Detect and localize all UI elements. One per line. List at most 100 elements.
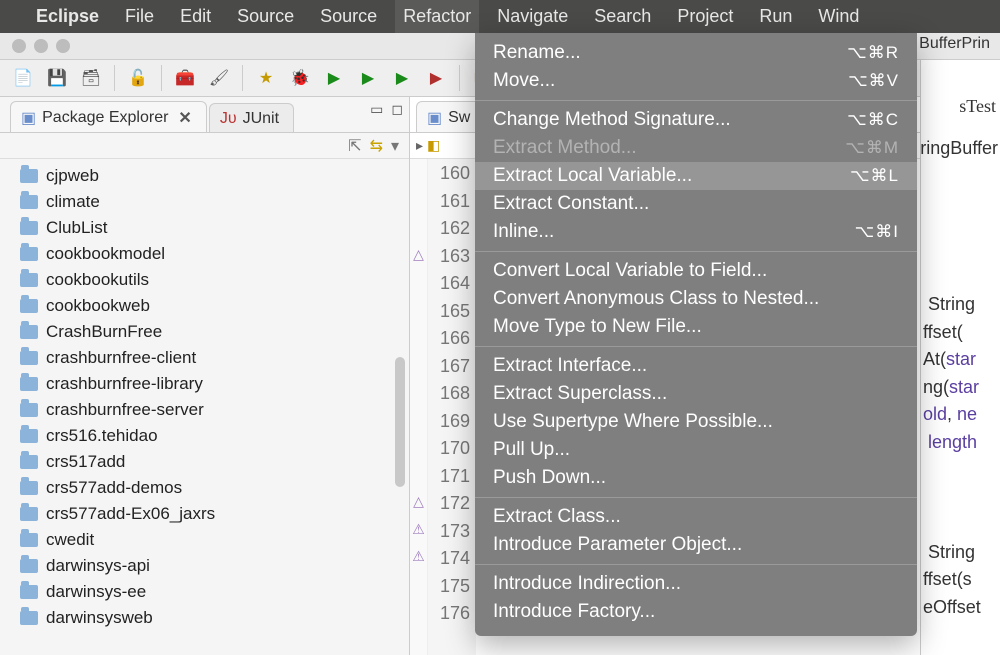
gutter-marker bbox=[410, 191, 427, 219]
project-node[interactable]: crs577add-Ex06_jaxrs bbox=[0, 501, 409, 527]
menu-item-shortcut: ⌥⌘I bbox=[855, 222, 899, 242]
open-type-icon[interactable]: 🔓 bbox=[125, 65, 151, 91]
menu-item[interactable]: Introduce Factory... bbox=[475, 598, 917, 626]
build-icon[interactable]: 🧰 bbox=[172, 65, 198, 91]
menu-item[interactable]: Convert Local Variable to Field... bbox=[475, 257, 917, 285]
menu-refactor[interactable]: Refactor bbox=[395, 0, 479, 33]
project-node[interactable]: crs577add-demos bbox=[0, 475, 409, 501]
project-label: crashburnfree-server bbox=[46, 400, 204, 420]
project-node[interactable]: climate bbox=[0, 189, 409, 215]
project-node[interactable]: darwinsys-api bbox=[0, 553, 409, 579]
menu-source[interactable]: Source bbox=[237, 6, 294, 27]
menu-navigate[interactable]: Navigate bbox=[497, 6, 568, 27]
traffic-lights[interactable] bbox=[12, 39, 70, 53]
menu-project[interactable]: Project bbox=[677, 6, 733, 27]
bug-icon[interactable]: 🐞 bbox=[287, 65, 313, 91]
menu-item[interactable]: Use Supertype Where Possible... bbox=[475, 408, 917, 436]
tab-label: JUnit bbox=[243, 110, 279, 128]
project-node[interactable]: crashburnfree-server bbox=[0, 397, 409, 423]
tab-junit[interactable]: Jυ JUnit bbox=[209, 103, 294, 132]
code-fragment bbox=[921, 514, 1000, 542]
run-config-icon[interactable]: ▶ bbox=[355, 65, 381, 91]
code-fragment: length bbox=[921, 432, 1000, 460]
paint-icon[interactable]: 🖌 bbox=[206, 65, 232, 91]
menu-item[interactable]: Move...⌥⌘V bbox=[475, 67, 917, 95]
menu-window[interactable]: Wind bbox=[818, 6, 859, 27]
minimize-window-icon[interactable] bbox=[34, 39, 48, 53]
save-all-icon[interactable]: 🗃 bbox=[78, 65, 104, 91]
menu-item[interactable]: Introduce Indirection... bbox=[475, 570, 917, 598]
line-number: 174 bbox=[428, 548, 470, 576]
project-node[interactable]: cookbookweb bbox=[0, 293, 409, 319]
menu-item[interactable]: Change Method Signature...⌥⌘C bbox=[475, 106, 917, 134]
menu-item[interactable]: Introduce Parameter Object... bbox=[475, 531, 917, 559]
editor-tab-right[interactable]: sTest bbox=[959, 96, 996, 117]
refactor-menu[interactable]: Rename...⌥⌘RMove...⌥⌘V Change Method Sign… bbox=[475, 33, 917, 636]
menu-item[interactable]: Inline...⌥⌘I bbox=[475, 218, 917, 246]
code-fragment: old, ne bbox=[921, 404, 1000, 432]
new-icon[interactable]: 📄 bbox=[10, 65, 36, 91]
menu-separator bbox=[475, 251, 917, 252]
project-node[interactable]: darwinsysweb bbox=[0, 605, 409, 631]
menu-item-label: Rename... bbox=[493, 42, 581, 64]
gutter-marker bbox=[410, 356, 427, 384]
menu-source-2[interactable]: Source bbox=[320, 6, 377, 27]
run-icon[interactable]: ▶ bbox=[321, 65, 347, 91]
project-node[interactable]: cookbookutils bbox=[0, 267, 409, 293]
project-node[interactable]: cookbookmodel bbox=[0, 241, 409, 267]
maximize-view-icon[interactable]: ◻ bbox=[391, 101, 403, 118]
app-menu[interactable]: Eclipse bbox=[36, 6, 99, 27]
project-node[interactable]: darwinsys-ee bbox=[0, 579, 409, 605]
project-node[interactable]: crashburnfree-library bbox=[0, 371, 409, 397]
project-node[interactable]: cwedit bbox=[0, 527, 409, 553]
folder-icon bbox=[20, 585, 38, 599]
menu-item[interactable]: Convert Anonymous Class to Nested... bbox=[475, 285, 917, 313]
menu-item[interactable]: Move Type to New File... bbox=[475, 313, 917, 341]
view-menu-icon[interactable]: ▾ bbox=[391, 136, 399, 156]
menu-item-label: Move Type to New File... bbox=[493, 316, 702, 338]
menu-file[interactable]: File bbox=[125, 6, 154, 27]
tab-package-explorer[interactable]: ▣ Package Explorer ✕ bbox=[10, 101, 207, 132]
project-node[interactable]: crs517add bbox=[0, 449, 409, 475]
scrollbar-thumb[interactable] bbox=[395, 357, 405, 487]
code-fragment: String bbox=[921, 294, 1000, 322]
project-node[interactable]: crashburnfree-client bbox=[0, 345, 409, 371]
menu-item[interactable]: Pull Up... bbox=[475, 436, 917, 464]
link-editor-icon[interactable]: ⇆ bbox=[370, 136, 383, 156]
debug-icon[interactable]: ★ bbox=[253, 65, 279, 91]
line-number: 165 bbox=[428, 301, 470, 329]
close-icon[interactable]: ✕ bbox=[178, 108, 191, 128]
tab-label: Package Explorer bbox=[42, 109, 168, 127]
project-node[interactable]: cjpweb bbox=[0, 163, 409, 189]
menu-item[interactable]: Push Down... bbox=[475, 464, 917, 492]
menu-item[interactable]: Extract Interface... bbox=[475, 352, 917, 380]
coverage-icon[interactable]: ▶ bbox=[389, 65, 415, 91]
menu-item-label: Introduce Indirection... bbox=[493, 573, 681, 595]
zoom-window-icon[interactable] bbox=[56, 39, 70, 53]
menu-item[interactable]: Extract Local Variable...⌥⌘L bbox=[475, 162, 917, 190]
project-node[interactable]: crs516.tehidao bbox=[0, 423, 409, 449]
menu-item[interactable]: Rename...⌥⌘R bbox=[475, 39, 917, 67]
menu-item[interactable]: Extract Constant... bbox=[475, 190, 917, 218]
menu-edit[interactable]: Edit bbox=[180, 6, 211, 27]
menu-run[interactable]: Run bbox=[759, 6, 792, 27]
line-number: 170 bbox=[428, 438, 470, 466]
external-tools-icon[interactable]: ▶ bbox=[423, 65, 449, 91]
folder-icon bbox=[20, 611, 38, 625]
menu-search[interactable]: Search bbox=[594, 6, 651, 27]
line-number: 175 bbox=[428, 576, 470, 604]
menu-item[interactable]: Extract Class... bbox=[475, 503, 917, 531]
project-node[interactable]: CrashBurnFree bbox=[0, 319, 409, 345]
line-number: 171 bbox=[428, 466, 470, 494]
project-node[interactable]: ClubList bbox=[0, 215, 409, 241]
save-icon[interactable]: 💾 bbox=[44, 65, 70, 91]
minimize-view-icon[interactable]: ▭ bbox=[370, 101, 383, 118]
collapse-all-icon[interactable]: ⇱ bbox=[348, 136, 361, 156]
menu-item[interactable]: Extract Superclass... bbox=[475, 380, 917, 408]
gutter-marker: △ bbox=[410, 246, 427, 274]
gutter-marker: ⚠ bbox=[410, 548, 427, 576]
project-tree[interactable]: cjpwebclimateClubListcookbookmodelcookbo… bbox=[0, 159, 409, 655]
close-window-icon[interactable] bbox=[12, 39, 26, 53]
separator bbox=[242, 65, 243, 91]
folder-icon bbox=[20, 455, 38, 469]
